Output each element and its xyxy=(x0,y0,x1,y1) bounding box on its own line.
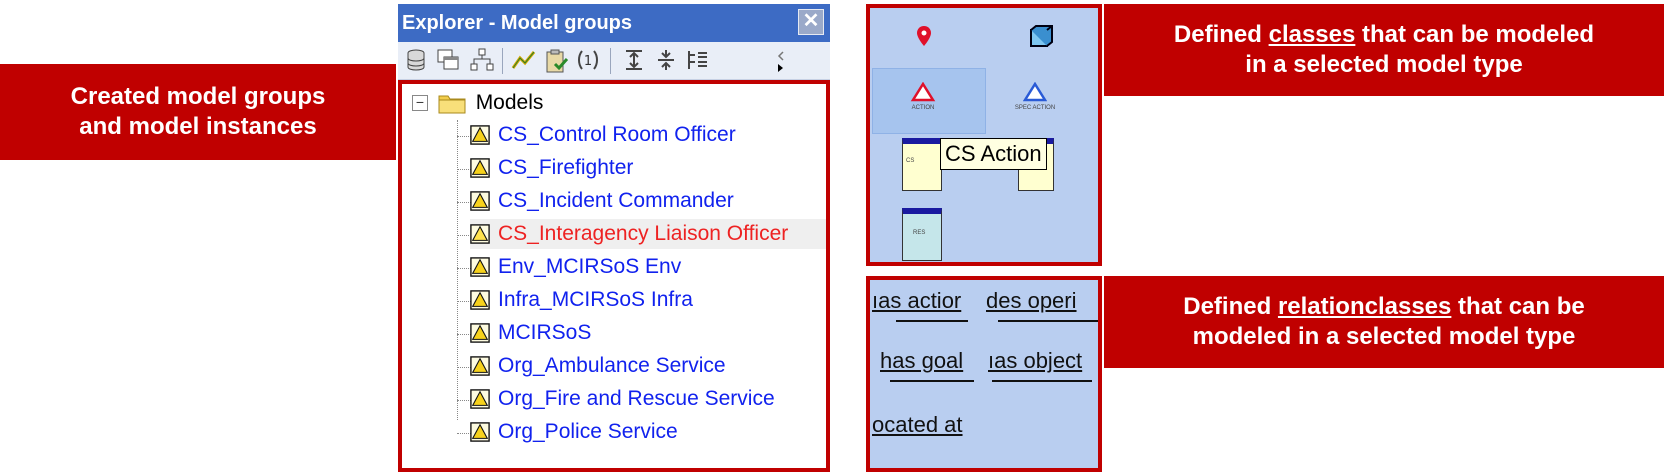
callout-underlined-term: classes xyxy=(1268,21,1356,48)
model-icon xyxy=(470,125,490,146)
svg-text:1: 1 xyxy=(584,54,592,69)
tree-guide-line xyxy=(457,120,458,420)
callout-line: in a selected model type xyxy=(1245,51,1523,78)
toolbar-separator xyxy=(502,48,503,74)
model-icon xyxy=(470,224,490,245)
callout-underlined-term: relationclasses xyxy=(1277,293,1452,320)
counter-icon[interactable]: 1 xyxy=(574,48,602,74)
tree-item-model[interactable]: CS_Interagency Liaison Officer xyxy=(470,219,826,249)
tree-item-model[interactable]: Org_Police Service xyxy=(470,417,826,447)
tree-item-model[interactable]: Env_MCIRSoS Env xyxy=(470,252,826,282)
action-mini-label: ACTION xyxy=(911,105,935,111)
relation-palette: ıas actior des operi has goal ıas object… xyxy=(866,276,1102,472)
model-icon xyxy=(470,422,490,443)
cs-mini-label: CS xyxy=(906,158,915,164)
tree-expand-icon[interactable] xyxy=(684,48,712,74)
location-pin-icon[interactable] xyxy=(914,24,934,53)
close-icon: ✕ xyxy=(802,10,820,32)
chart-icon[interactable] xyxy=(510,48,538,74)
res-mini-label: RES xyxy=(913,230,926,236)
relation-has-action[interactable]: ıas actior xyxy=(872,288,961,314)
relation-arrow-icon xyxy=(998,320,1098,322)
callout-line: modeled in a selected model type xyxy=(1192,323,1576,350)
explorer-window: Explorer - Model groups ✕ 1 − Models CS_… xyxy=(398,4,830,472)
explorer-title: Explorer - Model groups xyxy=(402,12,633,34)
tree-item-label: Org_Ambulance Service xyxy=(498,354,726,377)
tree-item-model[interactable]: CS_Incident Commander xyxy=(470,186,826,216)
class-palette: ACTION SPEC ACTION CS CS Action RES xyxy=(866,4,1102,266)
tree-item-model[interactable]: CS_Firefighter xyxy=(470,153,826,183)
tree-root-models[interactable]: − Models xyxy=(412,88,543,118)
close-button[interactable]: ✕ xyxy=(798,9,824,35)
callout-line: Created model groups xyxy=(70,83,326,110)
collapse-icon[interactable] xyxy=(652,48,680,74)
model-icon xyxy=(470,257,490,278)
callout-line: and model instances xyxy=(79,113,317,140)
cube-icon[interactable] xyxy=(1028,24,1054,55)
callout-text: that can be xyxy=(1451,293,1585,320)
spec-action-icon[interactable]: SPEC ACTION xyxy=(1010,81,1060,111)
relation-located-at[interactable]: ocated at xyxy=(872,412,963,438)
callout-text: Defined xyxy=(1183,293,1278,320)
spec-action-mini-label: SPEC ACTION xyxy=(1014,105,1056,111)
callout-classes: Defined classes that can be modeled in a… xyxy=(1104,4,1664,96)
tree-item-model[interactable]: Org_Fire and Rescue Service xyxy=(470,384,826,414)
relation-arrow-icon xyxy=(890,380,974,382)
clipboard-check-icon[interactable] xyxy=(542,48,570,74)
tree-root-label: Models xyxy=(475,91,544,114)
relation-arrow-icon xyxy=(992,380,1092,382)
tree-item-label: Infra_MCIRSoS Infra xyxy=(498,288,693,311)
callout-text: Defined xyxy=(1173,21,1269,48)
tree-item-label: CS_Incident Commander xyxy=(498,189,734,212)
model-tree: − Models CS_Control Room Officer CS_Firef… xyxy=(398,80,830,472)
windows-icon[interactable] xyxy=(434,48,462,74)
toolbar-overflow-chevron-icon[interactable] xyxy=(774,48,788,74)
tree-item-label: CS_Control Room Officer xyxy=(498,123,736,146)
explorer-toolbar: 1 xyxy=(398,42,830,80)
tree-item-model[interactable]: Infra_MCIRSoS Infra xyxy=(470,285,826,315)
model-icon xyxy=(470,191,490,212)
explorer-titlebar: Explorer - Model groups ✕ xyxy=(398,4,830,42)
folder-icon xyxy=(438,95,466,114)
model-icon xyxy=(470,389,490,410)
relation-has-objective[interactable]: ıas object xyxy=(988,348,1082,374)
class-tooltip: CS Action xyxy=(940,138,1047,170)
relation-arrow-icon xyxy=(896,320,968,322)
toolbar-separator xyxy=(610,48,611,74)
tree-item-model[interactable]: Org_Ambulance Service xyxy=(470,351,826,381)
tree-item-label: CS_Interagency Liaison Officer xyxy=(498,222,789,245)
callout-model-groups: Created model groups and model instances xyxy=(0,64,396,160)
expand-icon[interactable] xyxy=(620,48,648,74)
tree-item-label: CS_Firefighter xyxy=(498,156,634,179)
action-icon[interactable]: ACTION xyxy=(910,81,936,111)
relation-des-operation[interactable]: des operi xyxy=(986,288,1077,314)
hierarchy-icon[interactable] xyxy=(468,48,496,74)
model-icon xyxy=(470,290,490,311)
model-icon xyxy=(470,158,490,179)
tree-item-label: MCIRSoS xyxy=(498,321,592,344)
model-icon xyxy=(470,356,490,377)
tree-item-model[interactable]: MCIRSoS xyxy=(470,318,826,348)
callout-text: that can be modeled xyxy=(1355,21,1595,48)
tree-item-label: Env_MCIRSoS Env xyxy=(498,255,682,278)
relation-has-goal[interactable]: has goal xyxy=(880,348,963,374)
database-icon[interactable] xyxy=(402,48,430,74)
collapse-toggle-icon[interactable]: − xyxy=(412,95,428,112)
res-icon[interactable]: RES xyxy=(902,208,942,261)
cs-goal-icon[interactable]: CS xyxy=(902,138,942,191)
tree-item-label: Org_Fire and Rescue Service xyxy=(498,387,775,410)
callout-relationclasses: Defined relationclasses that can be mode… xyxy=(1104,276,1664,368)
tree-item-model[interactable]: CS_Control Room Officer xyxy=(470,120,826,150)
tree-item-label: Org_Police Service xyxy=(498,420,678,443)
model-icon xyxy=(470,323,490,344)
